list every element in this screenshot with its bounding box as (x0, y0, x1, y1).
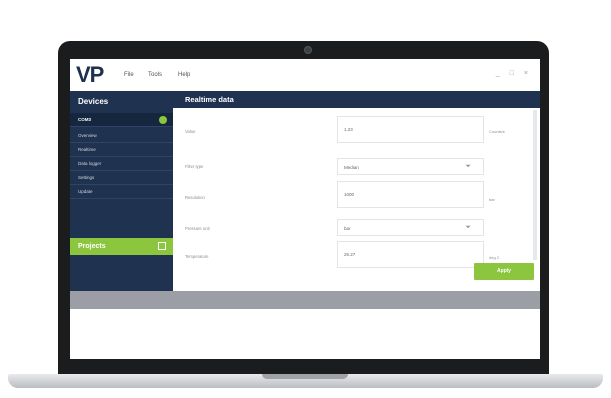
connected-icon (159, 116, 167, 124)
camera-icon (304, 46, 312, 54)
app-window: VP File Tools Help _ □ × Devices COM3 Ov… (70, 59, 540, 359)
value-unit: Counts/s (489, 129, 505, 134)
lower-panel (70, 309, 540, 359)
sidebar-item-data-logger[interactable]: Data logger (70, 157, 173, 171)
window-controls[interactable]: _ □ × (496, 70, 532, 77)
apply-button[interactable]: Apply (474, 263, 534, 280)
sidebar-item-realtime[interactable]: Realtime (70, 143, 173, 157)
pressure-unit-label: Pressure unit (185, 226, 210, 231)
temperature-unit: deg C (489, 255, 500, 260)
resolution-field[interactable]: 1000 (337, 181, 484, 208)
realtime-form: Value 1.23 Counts/s Filter type Median ⏷… (173, 108, 540, 291)
pressure-unit-select[interactable]: bar ⏷ (337, 219, 484, 236)
sidebar-item-overview[interactable]: Overview (70, 129, 173, 143)
scrollbar[interactable] (533, 110, 537, 260)
content-header: Realtime data (173, 91, 540, 108)
projects-label: Projects (78, 243, 106, 250)
projects-button[interactable]: Projects (70, 238, 173, 255)
menu-tools[interactable]: Tools (148, 72, 162, 78)
filter-type-label: Filter type (185, 164, 204, 169)
value-label: Value (185, 129, 196, 134)
filter-type-select[interactable]: Median ⏷ (337, 158, 484, 175)
funnel-icon: ⏷ (465, 163, 471, 170)
sidebar-item-update[interactable]: Update (70, 185, 173, 199)
status-bar (70, 291, 540, 309)
edit-icon[interactable] (158, 242, 166, 250)
pressure-unit-value: bar (344, 226, 351, 231)
temperature-field[interactable]: 25.27 (337, 241, 484, 268)
funnel-icon: ⏷ (465, 224, 471, 231)
resolution-label: Resolution (185, 195, 205, 200)
title-bar: VP File Tools Help _ □ × (70, 59, 540, 91)
filter-type-value: Median (344, 165, 359, 170)
sidebar-title: Devices (78, 97, 109, 106)
resolution-unit: bar (489, 197, 495, 202)
menu-file[interactable]: File (124, 72, 134, 78)
temperature-label: Temperature (185, 254, 209, 259)
page-title: Realtime data (185, 95, 234, 104)
sidebar-item-settings[interactable]: Settings (70, 171, 173, 185)
sidebar-item-label: COM3 (78, 117, 92, 122)
laptop-notch (262, 374, 348, 379)
menu-help[interactable]: Help (178, 72, 190, 78)
app-logo: VP (76, 62, 104, 87)
sidebar-item-com3[interactable]: COM3 (70, 113, 173, 127)
sidebar: Devices COM3 Overview Realtime Data logg… (70, 91, 173, 291)
value-field[interactable]: 1.23 (337, 116, 484, 143)
